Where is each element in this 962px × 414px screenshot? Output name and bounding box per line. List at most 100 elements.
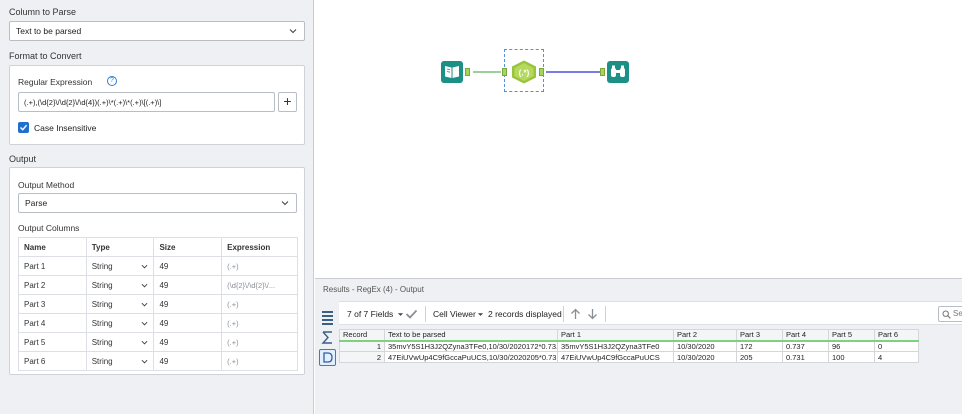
column-type-select[interactable]: String [85,313,155,333]
cell-part-4[interactable]: 0.737 [782,340,829,352]
table-row[interactable]: Part 3 String 49 (.+) [18,294,298,314]
regex-tool[interactable]: (.*) [511,60,537,84]
column-name[interactable]: Part 3 [18,294,87,314]
cell-part-1[interactable]: 47EiUVwUp4C9fGccaPuUCS [557,351,674,363]
column-type-select[interactable]: String [85,275,155,295]
column-expression: (.+) [221,294,298,314]
checkmark-icon [20,124,28,131]
cell-part-2[interactable]: 10/30/2020 [673,340,737,352]
cell-record[interactable]: 2 [339,351,385,363]
column-type: String [91,337,113,347]
cell-text-to-be-parsed[interactable]: 47EiUVwUp4C9fGccaPuUCS,10/30/2020205*0.7… [384,351,558,363]
case-insensitive-checkbox[interactable] [18,122,29,133]
table-row[interactable]: Part 2 String 49 (\d{2}\/\d{2}\/... [18,275,298,295]
col-header-name: Name [18,237,87,257]
data-d-icon [323,352,333,363]
cell-part-4[interactable]: 0.731 [782,351,829,363]
column-type: String [91,299,113,309]
column-name[interactable]: Part 6 [18,351,87,371]
chevron-down-icon [281,201,289,206]
search-placeholder: Search [953,309,962,318]
output-columns-label: Output Columns [18,223,80,233]
fields-count[interactable]: 7 of 7 Fields [347,309,393,319]
chevron-down-icon [141,359,148,364]
output-label: Output [9,154,37,164]
col-header-type: Type [85,237,155,257]
header-text-to-be-parsed[interactable]: Text to be parsed [384,329,558,342]
regex-output-anchor[interactable] [539,68,544,76]
cell-part-6[interactable]: 4 [874,351,919,363]
workflow-canvas[interactable]: (.*) [315,0,962,276]
table-row[interactable]: Part 5 String 49 (.+) [18,332,298,352]
table-row[interactable]: Part 4 String 49 (.+) [18,313,298,333]
cell-part-1[interactable]: 35mvY5S1H3J2QZyna3TFe0 [557,340,674,352]
column-size[interactable]: 49 [153,351,223,371]
column-size[interactable]: 49 [153,275,223,295]
format-card: Regular Expression ? + Case Insensitive [9,65,305,145]
cell-viewer-dropdown-icon[interactable] [477,311,484,318]
column-size[interactable]: 49 [153,256,223,276]
help-icon[interactable]: ? [107,76,117,86]
column-to-parse-select[interactable]: Text to be parsed [9,21,305,41]
cell-part-3[interactable]: 172 [736,340,783,352]
header-part-3[interactable]: Part 3 [736,329,783,342]
results-toolbar: 7 of 7 Fields Cell Viewer 2 records disp… [339,301,962,325]
cell-part-3[interactable]: 205 [736,351,783,363]
regex-input[interactable] [18,92,275,112]
header-part-5[interactable]: Part 5 [828,329,875,342]
column-size[interactable]: 49 [153,294,223,314]
arrow-down-icon[interactable] [587,308,598,320]
arrow-up-icon[interactable] [570,308,581,320]
fields-dropdown-icon[interactable] [397,311,404,318]
header-part-1[interactable]: Part 1 [557,329,674,342]
cell-part-5[interactable]: 100 [828,351,875,363]
header-part-6[interactable]: Part 6 [874,329,919,342]
browse-binoculars-icon [611,65,625,77]
data-view-button[interactable] [319,349,336,366]
chevron-down-icon [289,29,297,34]
table-row[interactable]: Part 6 String 49 (.+) [18,351,298,371]
table-row[interactable]: 2 47EiUVwUp4C9fGccaPuUCS,10/30/2020205*0… [339,351,919,363]
header-part-2[interactable]: Part 2 [673,329,737,342]
header-record[interactable]: Record [339,329,385,342]
search-icon [942,310,951,319]
header-part-4[interactable]: Part 4 [782,329,829,342]
column-type-select[interactable]: String [85,256,155,276]
input-tool[interactable] [441,61,463,83]
column-type-select[interactable]: String [85,332,155,352]
search-input[interactable]: Search [938,306,962,322]
column-name[interactable]: Part 1 [18,256,87,276]
add-token-button[interactable]: + [278,92,297,112]
apply-checkmark-icon[interactable] [405,308,418,320]
input-output-anchor[interactable] [465,68,470,76]
column-name[interactable]: Part 5 [18,332,87,352]
table-row[interactable]: 1 35mvY5S1H3J2QZyna3TFe0,10/30/2020172*0… [339,340,919,352]
column-type-select[interactable]: String [85,351,155,371]
cell-part-2[interactable]: 10/30/2020 [673,351,737,363]
metadata-sigma-icon[interactable] [319,329,336,346]
toolbar-divider [425,306,426,322]
browse-tool[interactable] [607,61,629,83]
output-columns-table: Name Type Size Expression Part 1 String … [18,237,298,371]
column-type-select[interactable]: String [85,294,155,314]
column-size[interactable]: 49 [153,332,223,352]
regex-input-anchor[interactable] [502,68,507,76]
table-row[interactable]: Part 1 String 49 (.+) [18,256,298,276]
cell-text-to-be-parsed[interactable]: 35mvY5S1H3J2QZyna3TFe0,10/30/2020172*0.7… [384,340,558,352]
chevron-down-icon [141,321,148,326]
browse-input-anchor[interactable] [600,68,605,76]
cell-part-6[interactable]: 0 [874,340,919,352]
column-name[interactable]: Part 2 [18,275,87,295]
input-book-icon [445,66,459,78]
column-name[interactable]: Part 4 [18,313,87,333]
column-size[interactable]: 49 [153,313,223,333]
column-type: String [91,318,113,328]
cell-record[interactable]: 1 [339,340,385,352]
case-insensitive-label: Case Insensitive [34,123,97,133]
chevron-down-icon [141,264,148,269]
chevron-down-icon [141,302,148,307]
table-view-icon[interactable] [319,309,336,326]
cell-part-5[interactable]: 96 [828,340,875,352]
cell-viewer[interactable]: Cell Viewer [433,309,476,319]
output-method-select[interactable]: Parse [18,193,297,213]
